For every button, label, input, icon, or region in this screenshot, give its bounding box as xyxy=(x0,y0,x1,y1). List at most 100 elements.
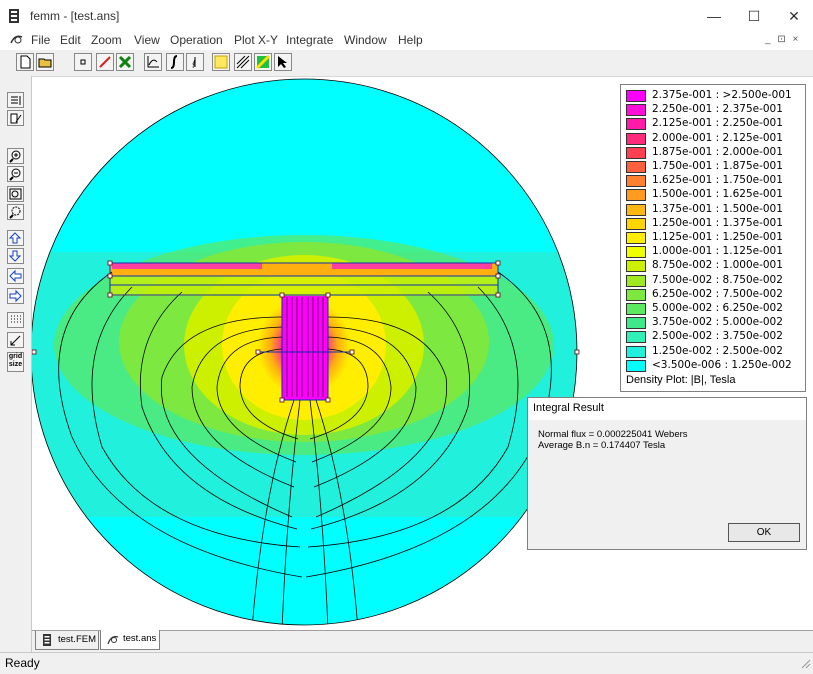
legend-swatch xyxy=(626,146,646,159)
menu-operation[interactable]: Operation xyxy=(170,33,223,47)
legend-label: 1.000e-001 : 1.125e-001 xyxy=(652,245,783,258)
pan-left-icon[interactable] xyxy=(7,268,24,284)
legend-swatch xyxy=(626,161,646,173)
pan-up-icon[interactable] xyxy=(7,230,24,246)
legend-label: 5.000e-002 : 6.250e-002 xyxy=(652,302,783,314)
legend-label: 3.750e-002 : 5.000e-002 xyxy=(652,316,783,329)
edit-icon[interactable] xyxy=(7,110,24,126)
legend-swatch xyxy=(626,104,646,117)
legend-swatch xyxy=(626,317,646,330)
legend-swatch xyxy=(626,260,646,273)
zoom-out-icon[interactable] xyxy=(7,166,24,182)
legend-swatch xyxy=(626,274,646,287)
contour-plot-icon[interactable] xyxy=(234,53,252,71)
tab-test-fem[interactable]: test.FEM xyxy=(35,631,99,650)
open-folder-icon[interactable] xyxy=(36,53,54,71)
legend-label: 2.125e-001 : 2.250e-001 xyxy=(652,117,783,130)
window-title: femm - [test.ans] xyxy=(30,9,120,23)
legend-swatch xyxy=(626,175,646,188)
show-mesh-icon[interactable] xyxy=(7,92,24,108)
tab-test-ans[interactable]: test.ans xyxy=(100,630,160,650)
legend-label: 8.750e-002 : 1.000e-001 xyxy=(652,259,783,272)
legend-label: 2.375e-001 : >2.500e-001 xyxy=(652,89,792,101)
point-mode-icon[interactable] xyxy=(74,53,92,71)
legend-swatch xyxy=(626,232,646,244)
legend-swatch xyxy=(626,132,646,145)
zoom-window-icon[interactable] xyxy=(7,204,24,220)
density-plot-icon[interactable] xyxy=(254,53,272,71)
menu-zoom[interactable]: Zoom xyxy=(91,33,122,47)
legend-label: <3.500e-006 : 1.250e-002 xyxy=(652,358,792,371)
legend-swatch xyxy=(626,118,646,131)
legend-swatch xyxy=(626,203,646,216)
document-tabs: test.FEM test.ans xyxy=(32,630,813,652)
legend-label: 2.500e-002 : 3.750e-002 xyxy=(652,330,783,343)
legend-label: 2.250e-001 : 2.375e-001 xyxy=(652,103,783,116)
menu-window[interactable]: Window xyxy=(344,33,387,47)
legend-swatch xyxy=(626,359,646,372)
menu-edit[interactable]: Edit xyxy=(60,33,81,47)
pan-down-icon[interactable] xyxy=(7,248,24,264)
mdi-window-controls[interactable]: _ ⊡ × xyxy=(765,34,800,45)
legend-label: 1.625e-001 : 1.750e-001 xyxy=(652,174,783,187)
plot-xy-icon[interactable] xyxy=(144,53,162,71)
area-mode-icon[interactable] xyxy=(116,53,134,71)
legend-caption: Density Plot: |B|, Tesla xyxy=(626,374,736,386)
tab-label: test.ans xyxy=(123,633,157,644)
main-toolbar: ∮ xyxy=(0,50,813,77)
title-bar: femm - [test.ans] — ☐ ✕ xyxy=(0,0,813,30)
status-text: Ready xyxy=(5,656,40,670)
fem-document-icon xyxy=(42,634,52,653)
dialog-title: Integral Result xyxy=(533,402,604,414)
plate-underside xyxy=(110,276,498,296)
resize-grip-icon[interactable] xyxy=(801,658,811,672)
pan-right-icon[interactable] xyxy=(7,288,24,304)
top-plate-hot-right xyxy=(332,263,492,269)
menu-integrate[interactable]: Integrate xyxy=(286,33,333,47)
top-plate-hot-left xyxy=(112,263,262,269)
legend-label: 1.500e-001 : 1.625e-001 xyxy=(652,188,783,201)
legend-swatch xyxy=(626,345,646,358)
select-arrow-icon[interactable] xyxy=(274,53,292,71)
legend-label: 1.875e-001 : 2.000e-001 xyxy=(652,145,783,158)
ans-document-icon xyxy=(106,634,120,653)
legend-swatch xyxy=(626,303,646,315)
menu-view[interactable]: View xyxy=(134,33,160,47)
dialog-title-bar[interactable]: Integral Result xyxy=(528,398,806,420)
zoom-natural-icon[interactable] xyxy=(7,186,24,202)
legend-swatch xyxy=(626,246,646,259)
integral-result-dialog: Integral Result Normal flux = 0.00022504… xyxy=(527,397,807,550)
new-file-icon[interactable] xyxy=(16,53,34,71)
integrate-icon[interactable] xyxy=(166,53,184,71)
zoom-in-icon[interactable] xyxy=(7,148,24,164)
legend-label: 7.500e-002 : 8.750e-002 xyxy=(652,273,783,286)
line-integral-icon[interactable]: ∮ xyxy=(186,53,204,71)
legend-swatch xyxy=(626,217,646,230)
snap-grid-icon[interactable] xyxy=(7,332,24,348)
contour-mode-icon[interactable] xyxy=(96,53,114,71)
legend-label: 6.250e-002 : 7.500e-002 xyxy=(652,287,783,300)
ok-button[interactable]: OK xyxy=(728,523,800,542)
menu-help[interactable]: Help xyxy=(398,33,423,47)
status-bar: Ready xyxy=(0,652,813,674)
legend-label: 1.250e-002 : 2.500e-002 xyxy=(652,344,783,357)
system-menu-icon[interactable] xyxy=(9,33,24,49)
density-legend: 2.375e-001 : >2.500e-001 2.250e-001 : 2.3… xyxy=(620,84,806,392)
grid-size-icon[interactable]: grid size xyxy=(7,352,24,372)
legend-label: 2.000e-001 : 2.125e-001 xyxy=(652,131,783,144)
menu-file[interactable]: File xyxy=(31,33,50,47)
minimize-button[interactable]: — xyxy=(694,4,734,28)
show-grid-icon[interactable] xyxy=(7,312,24,328)
menu-plot-xy[interactable]: Plot X-Y xyxy=(234,33,278,47)
maximize-button[interactable]: ☐ xyxy=(734,4,774,28)
close-button[interactable]: ✕ xyxy=(774,4,813,28)
average-bn-text: Average B.n = 0.174407 Tesla xyxy=(538,440,666,451)
femm-app-icon xyxy=(8,9,20,23)
legend-swatch xyxy=(626,90,646,102)
legend-swatch xyxy=(626,331,646,344)
legend-label: 1.750e-001 : 1.875e-001 xyxy=(652,160,783,172)
svg-text:∮: ∮ xyxy=(192,59,196,68)
legend-swatch xyxy=(626,189,646,202)
legend-swatch xyxy=(626,288,646,301)
grid-icon[interactable] xyxy=(212,53,230,71)
